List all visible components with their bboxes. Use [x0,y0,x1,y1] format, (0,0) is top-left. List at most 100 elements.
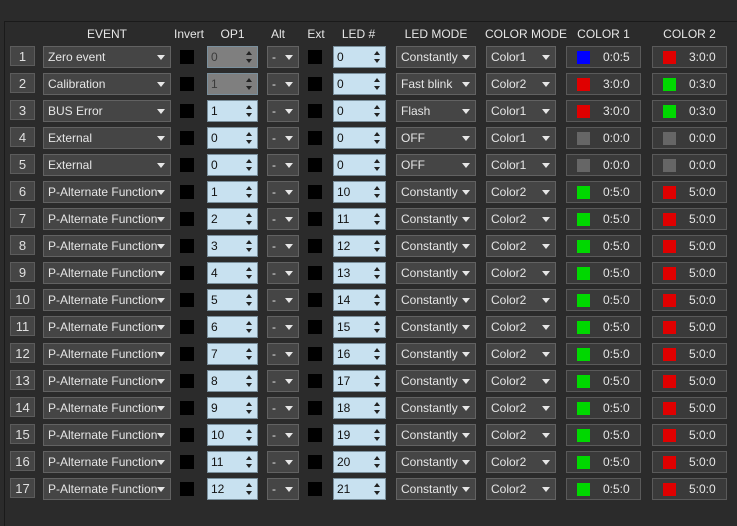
led-number-spinbox[interactable]: 0 [333,127,386,149]
op1-spinbox[interactable]: 8 [207,370,258,392]
led-mode-select[interactable]: Constantly [396,370,476,392]
alt-select[interactable]: - [267,127,299,149]
event-select[interactable]: P-Alternate Function [43,262,171,284]
op1-spinbox[interactable]: 10 [207,424,258,446]
event-select[interactable]: P-Alternate Function [43,451,171,473]
led-mode-select[interactable]: OFF [396,127,476,149]
spin-down-icon[interactable] [246,221,252,225]
spin-down-icon[interactable] [374,302,380,306]
color-mode-select[interactable]: Color2 [486,424,556,446]
spin-down-icon[interactable] [374,86,380,90]
led-mode-select[interactable]: Fast blink [396,73,476,95]
ext-checkbox[interactable] [308,77,322,91]
color-mode-select[interactable]: Color2 [486,316,556,338]
event-select[interactable]: P-Alternate Function [43,289,171,311]
led-mode-select[interactable]: Constantly [396,46,476,68]
spin-buttons[interactable] [371,75,384,93]
color1-picker[interactable]: 0:5:0 [566,451,641,473]
color1-picker[interactable]: 0:5:0 [566,424,641,446]
op1-spinbox[interactable]: 0 [207,154,258,176]
spin-up-icon[interactable] [246,213,252,217]
led-mode-select[interactable]: Constantly [396,316,476,338]
event-select[interactable]: P-Alternate Function [43,478,171,500]
color1-picker[interactable]: 0:5:0 [566,397,641,419]
color2-picker[interactable]: 5:0:0 [652,478,727,500]
spin-up-icon[interactable] [374,159,380,163]
ext-checkbox[interactable] [308,401,322,415]
spin-up-icon[interactable] [374,321,380,325]
spin-up-icon[interactable] [246,321,252,325]
spin-up-icon[interactable] [246,240,252,244]
invert-checkbox[interactable] [180,212,194,226]
spin-up-icon[interactable] [374,240,380,244]
color-mode-select[interactable]: Color2 [486,478,556,500]
color2-picker[interactable]: 5:0:0 [652,397,727,419]
led-mode-select[interactable]: Constantly [396,343,476,365]
led-mode-select[interactable]: Flash [396,100,476,122]
color-mode-select[interactable]: Color2 [486,181,556,203]
color-mode-select[interactable]: Color2 [486,289,556,311]
led-mode-select[interactable]: Constantly [396,262,476,284]
led-mode-select[interactable]: Constantly [396,478,476,500]
alt-select[interactable]: - [267,478,299,500]
invert-checkbox[interactable] [180,455,194,469]
color1-picker[interactable]: 0:0:5 [566,46,641,68]
alt-select[interactable]: - [267,154,299,176]
spin-up-icon[interactable] [374,429,380,433]
op1-spinbox[interactable]: 1 [207,181,258,203]
color2-picker[interactable]: 5:0:0 [652,424,727,446]
spin-down-icon[interactable] [374,113,380,117]
spin-down-icon[interactable] [246,59,252,63]
color-mode-select[interactable]: Color2 [486,370,556,392]
color-mode-select[interactable]: Color1 [486,127,556,149]
spin-down-icon[interactable] [246,140,252,144]
color-mode-select[interactable]: Color1 [486,100,556,122]
spin-buttons[interactable] [243,345,256,363]
spin-up-icon[interactable] [374,456,380,460]
spin-up-icon[interactable] [374,105,380,109]
event-select[interactable]: P-Alternate Function [43,208,171,230]
spin-up-icon[interactable] [246,186,252,190]
spin-down-icon[interactable] [374,437,380,441]
spin-down-icon[interactable] [374,59,380,63]
color2-picker[interactable]: 5:0:0 [652,289,727,311]
ext-checkbox[interactable] [308,320,322,334]
color-mode-select[interactable]: Color2 [486,343,556,365]
alt-select[interactable]: - [267,181,299,203]
color1-picker[interactable]: 0:5:0 [566,289,641,311]
spin-down-icon[interactable] [374,464,380,468]
spin-up-icon[interactable] [374,213,380,217]
spin-down-icon[interactable] [374,140,380,144]
color1-picker[interactable]: 0:5:0 [566,316,641,338]
ext-checkbox[interactable] [308,293,322,307]
spin-up-icon[interactable] [246,375,252,379]
event-select[interactable]: Zero event [43,46,171,68]
color-mode-select[interactable]: Color1 [486,154,556,176]
spin-buttons[interactable] [371,102,384,120]
spin-buttons[interactable] [243,48,256,66]
spin-buttons[interactable] [243,156,256,174]
spin-buttons[interactable] [371,264,384,282]
alt-select[interactable]: - [267,73,299,95]
alt-select[interactable]: - [267,424,299,446]
spin-up-icon[interactable] [246,429,252,433]
color-mode-select[interactable]: Color2 [486,235,556,257]
spin-down-icon[interactable] [246,329,252,333]
spin-buttons[interactable] [243,453,256,471]
spin-down-icon[interactable] [374,383,380,387]
spin-down-icon[interactable] [374,410,380,414]
spin-down-icon[interactable] [246,302,252,306]
ext-checkbox[interactable] [308,482,322,496]
spin-buttons[interactable] [371,480,384,498]
color2-picker[interactable]: 0:3:0 [652,100,727,122]
spin-down-icon[interactable] [246,248,252,252]
color1-picker[interactable]: 0:5:0 [566,262,641,284]
spin-down-icon[interactable] [246,113,252,117]
invert-checkbox[interactable] [180,428,194,442]
color2-picker[interactable]: 5:0:0 [652,343,727,365]
spin-buttons[interactable] [371,183,384,201]
spin-up-icon[interactable] [246,159,252,163]
spin-buttons[interactable] [371,453,384,471]
event-select[interactable]: External [43,154,171,176]
op1-spinbox[interactable]: 2 [207,208,258,230]
